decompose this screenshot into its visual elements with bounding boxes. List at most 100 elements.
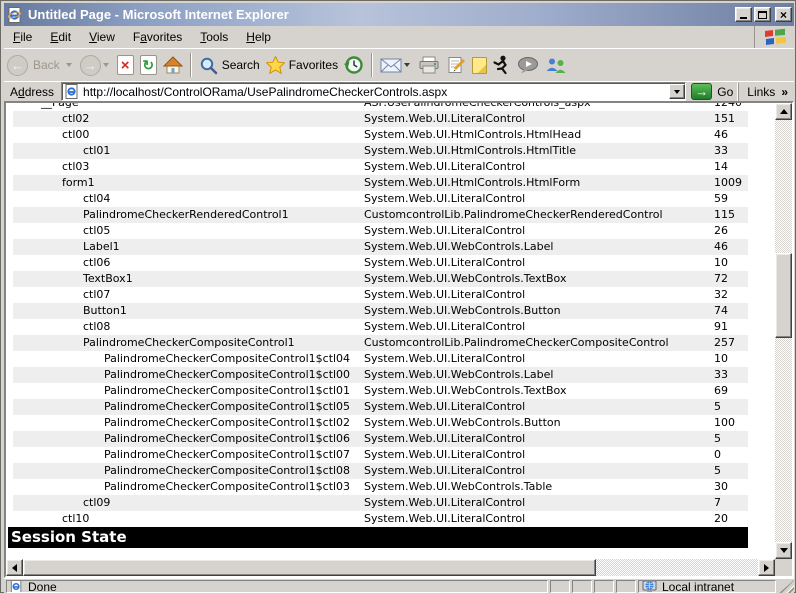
control-id-cell: PalindromeCheckerCompositeControl1$ctl08: [13, 463, 364, 479]
horizontal-scrollbar[interactable]: [6, 559, 775, 576]
home-button[interactable]: [160, 51, 186, 79]
favorites-label: Favorites: [289, 58, 338, 72]
edit-button[interactable]: [443, 51, 469, 79]
control-id-cell: Label1: [13, 239, 364, 255]
refresh-button[interactable]: ↻: [137, 51, 160, 79]
mail-button[interactable]: [377, 51, 415, 79]
control-tree-table: __PageASP.UsePalindromeCheckerControls_a…: [13, 103, 748, 548]
control-type-cell: System.Web.UI.HtmlControls.HtmlHead: [364, 127, 581, 143]
control-id-cell: PalindromeCheckerCompositeControl1$ctl02: [13, 415, 364, 431]
scrollbar-corner: [775, 559, 792, 576]
forward-button[interactable]: →: [77, 51, 114, 79]
table-row: PalindromeCheckerCompositeControl1$ctl05…: [13, 399, 748, 415]
table-row: TextBox1System.Web.UI.WebControls.TextBo…: [13, 271, 748, 287]
messenger-button[interactable]: [542, 51, 570, 79]
table-row: __PageASP.UsePalindromeCheckerControls_a…: [13, 103, 748, 111]
menu-view[interactable]: View: [80, 27, 124, 47]
mail-dropdown-icon[interactable]: [404, 63, 410, 67]
control-id-cell: PalindromeCheckerRenderedControl1: [13, 207, 364, 223]
resize-grip[interactable]: [778, 580, 794, 593]
print-button[interactable]: [415, 51, 443, 79]
render-size-cell: 32: [714, 287, 728, 303]
control-type-cell: System.Web.UI.LiteralControl: [364, 255, 525, 271]
render-size-cell: 151: [714, 111, 735, 127]
control-type-cell: System.Web.UI.WebControls.Label: [364, 239, 553, 255]
search-icon: [199, 56, 218, 75]
scroll-down-button[interactable]: [775, 542, 792, 559]
arrow-right-icon: [764, 564, 769, 572]
control-id-cell: PalindromeCheckerCompositeControl1$ctl01: [13, 383, 364, 399]
control-type-cell: System.Web.UI.LiteralControl: [364, 319, 525, 335]
throbber: [754, 26, 794, 48]
control-type-cell: CustomcontrolLib.PalindromeCheckerRender…: [364, 207, 663, 223]
control-id-cell: ctl08: [13, 319, 364, 335]
menu-bar: File Edit View Favorites Tools Help: [4, 26, 794, 48]
control-type-cell: System.Web.UI.LiteralControl: [364, 351, 525, 367]
stop-button[interactable]: ×: [114, 51, 137, 79]
table-row: ctl09System.Web.UI.LiteralControl7: [13, 495, 748, 511]
links-menu[interactable]: Links »: [738, 83, 794, 101]
table-row: ctl07System.Web.UI.LiteralControl32: [13, 287, 748, 303]
table-row: form1System.Web.UI.HtmlControls.HtmlForm…: [13, 175, 748, 191]
arrow-down-icon: [780, 548, 788, 553]
menu-favorites[interactable]: Favorites: [124, 27, 191, 47]
links-label: Links: [747, 85, 775, 99]
back-icon: ←: [7, 55, 28, 76]
control-id-cell: PalindromeCheckerCompositeControl1$ctl07: [13, 447, 364, 463]
maximize-icon: [758, 11, 767, 19]
edit-icon: [446, 56, 466, 74]
menu-file[interactable]: File: [4, 27, 41, 47]
history-button[interactable]: [341, 51, 367, 79]
render-size-cell: 115: [714, 207, 735, 223]
search-button[interactable]: Search: [196, 51, 263, 79]
back-button[interactable]: ← Back: [4, 51, 77, 79]
vertical-scroll-thumb[interactable]: [775, 253, 792, 338]
render-size-cell: 1009: [714, 175, 742, 191]
search-label: Search: [222, 58, 260, 72]
vertical-scrollbar[interactable]: [775, 103, 792, 559]
control-id-cell: form1: [13, 175, 364, 191]
scroll-right-button[interactable]: [758, 559, 775, 576]
table-row: PalindromeCheckerCompositeControl1$ctl03…: [13, 479, 748, 495]
go-button[interactable]: → Go: [691, 83, 733, 100]
render-size-cell: 33: [714, 143, 728, 159]
title-bar[interactable]: Untitled Page - Microsoft Internet Explo…: [4, 3, 794, 26]
address-dropdown-button[interactable]: [669, 84, 685, 99]
menu-tools[interactable]: Tools: [191, 27, 237, 47]
favorites-button[interactable]: Favorites: [263, 51, 341, 79]
table-row: ctl03System.Web.UI.LiteralControl14: [13, 159, 748, 175]
aim-button[interactable]: [490, 51, 514, 79]
minimize-button[interactable]: [735, 7, 752, 22]
control-id-cell: PalindromeCheckerCompositeControl1$ctl00: [13, 367, 364, 383]
menu-edit[interactable]: Edit: [41, 27, 80, 47]
home-icon: [163, 56, 183, 75]
control-type-cell: System.Web.UI.WebControls.Button: [364, 415, 561, 431]
horizontal-scroll-thumb[interactable]: [23, 559, 596, 576]
windows-logo-icon: [762, 27, 788, 47]
control-type-cell: System.Web.UI.LiteralControl: [364, 159, 525, 175]
menu-help[interactable]: Help: [237, 27, 280, 47]
maximize-button[interactable]: [754, 7, 771, 22]
discuss-button[interactable]: [514, 51, 542, 79]
render-size-cell: 20: [714, 511, 728, 527]
render-size-cell: 59: [714, 191, 728, 207]
back-dropdown-icon[interactable]: [66, 63, 72, 67]
address-input[interactable]: http://localhost/ControlORama/UsePalindr…: [61, 82, 686, 101]
notes-button[interactable]: [469, 51, 490, 79]
table-row: ctl00System.Web.UI.HtmlControls.HtmlHead…: [13, 127, 748, 143]
chevron-down-icon: [674, 90, 680, 94]
render-size-cell: 1240: [714, 103, 742, 111]
render-size-cell: 69: [714, 383, 728, 399]
stop-icon: ×: [117, 55, 134, 75]
render-size-cell: 5: [714, 431, 721, 447]
scroll-up-button[interactable]: [775, 103, 792, 120]
forward-dropdown-icon[interactable]: [103, 63, 109, 67]
control-id-cell: ctl05: [13, 223, 364, 239]
security-zone-label: Local intranet: [662, 580, 734, 593]
arrow-up-icon: [780, 109, 788, 114]
speech-bubble-icon: [517, 57, 539, 74]
ie-page-icon: [65, 84, 79, 99]
scroll-left-button[interactable]: [6, 559, 23, 576]
close-button[interactable]: ×: [775, 7, 792, 22]
status-panel: [616, 580, 636, 593]
